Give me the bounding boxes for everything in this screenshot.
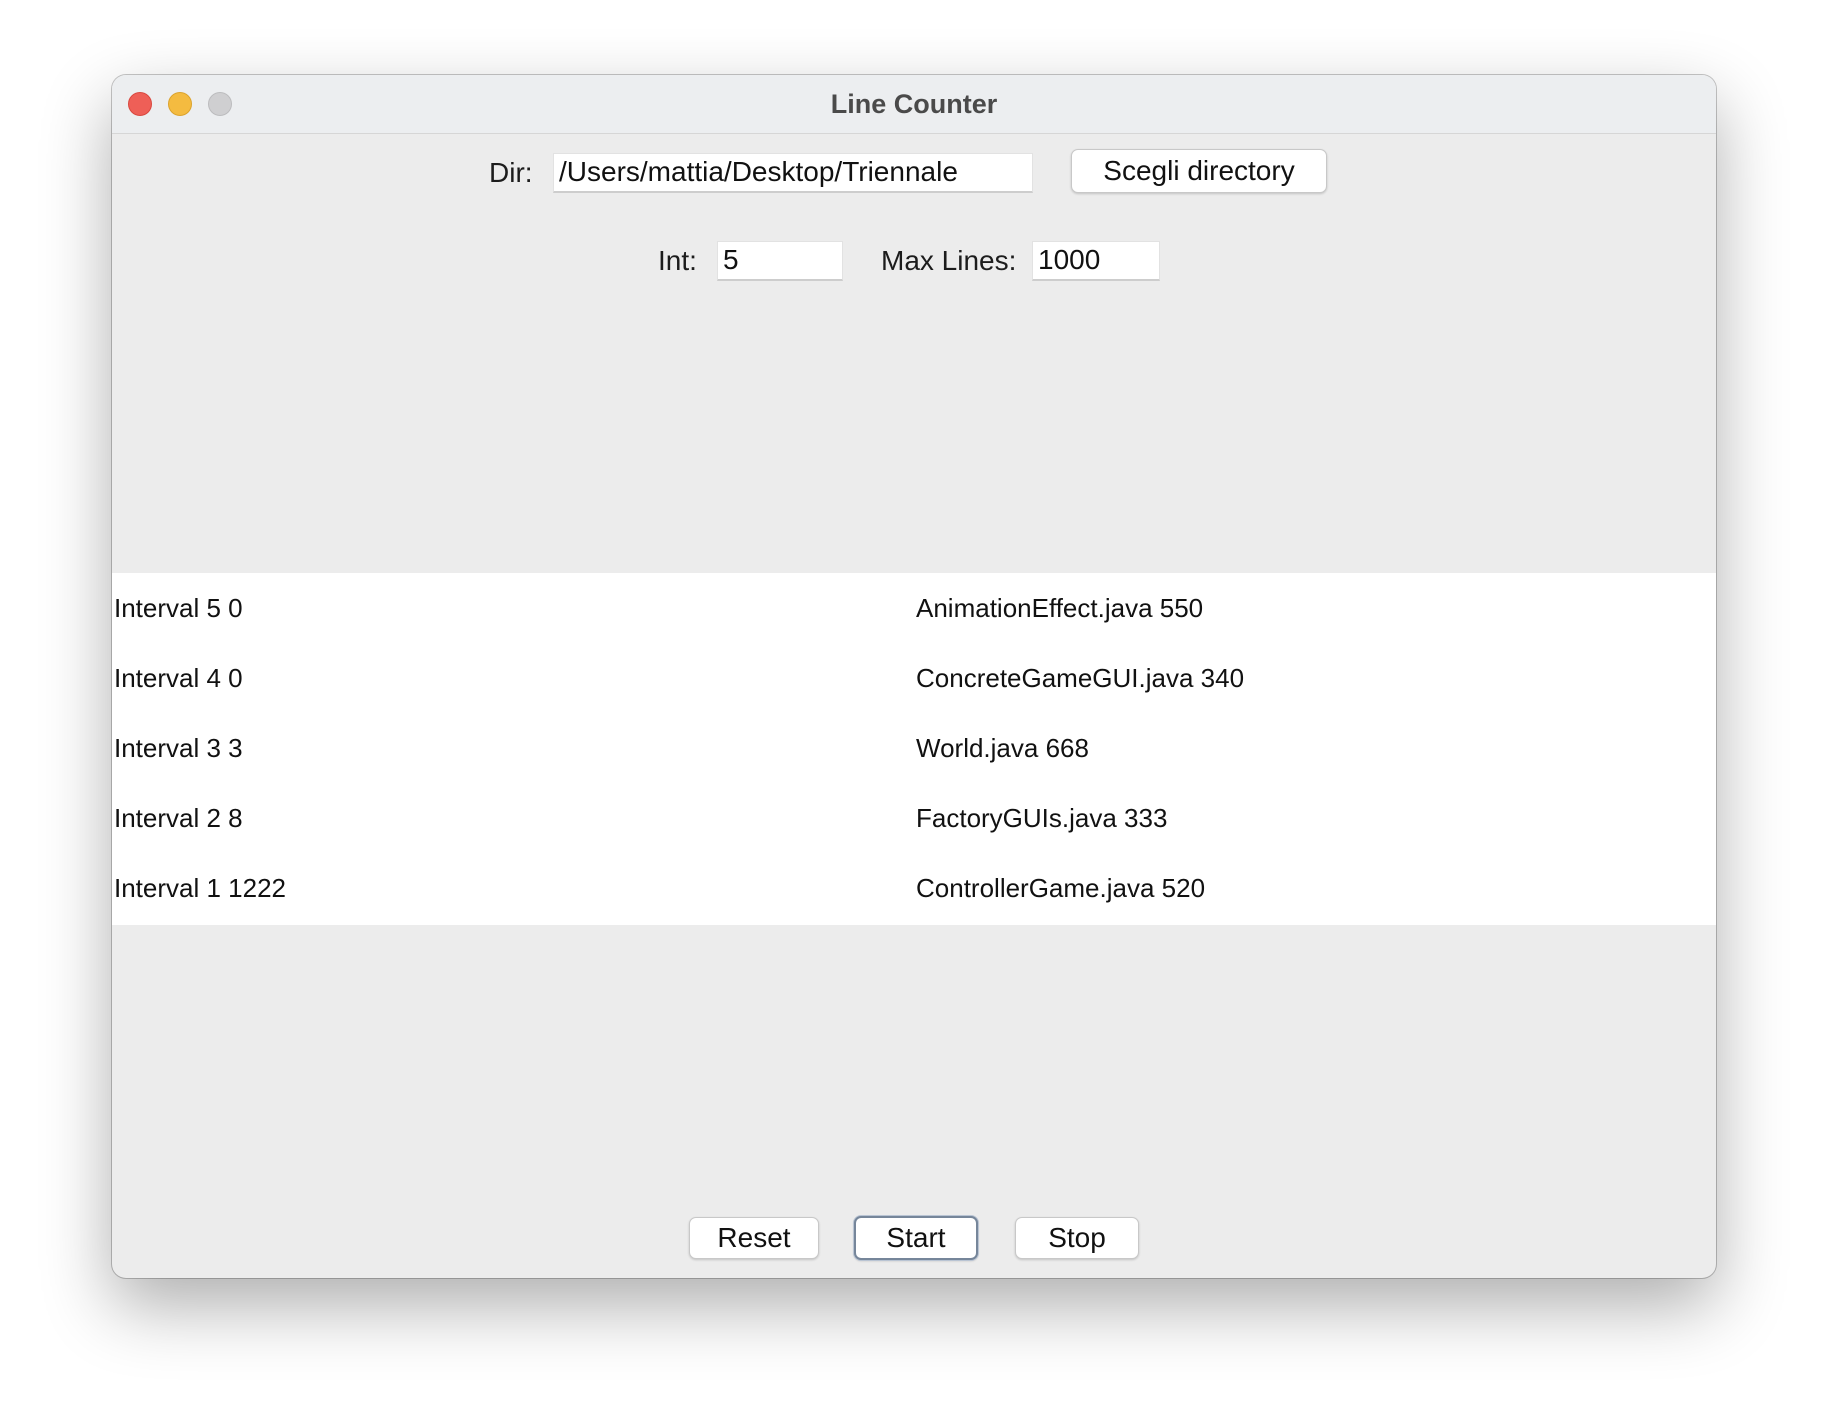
result-row: Interval 2 8 FactoryGUIs.java 333	[112, 783, 1716, 853]
file-line-count: ControllerGame.java 520	[916, 873, 1206, 903]
line-counter-window: Line Counter Dir: /Users/mattia/Desktop/…	[112, 75, 1716, 1278]
result-row: Interval 3 3 World.java 668	[112, 713, 1716, 783]
results-panel: Interval 5 0 AnimationEffect.java 550 In…	[112, 573, 1716, 925]
file-line-count: World.java 668	[916, 733, 1089, 763]
file-line-count: FactoryGUIs.java 333	[916, 803, 1168, 833]
directory-path-field[interactable]: /Users/mattia/Desktop/Triennale	[553, 153, 1033, 193]
window-title: Line Counter	[830, 89, 998, 119]
max-lines-label: Max Lines:	[881, 245, 1017, 276]
interval-count: Interval 1 1222	[114, 873, 287, 903]
max-lines-field[interactable]: 1000	[1032, 241, 1160, 281]
result-row: Interval 1 1222 ControllerGame.java 520	[112, 853, 1716, 923]
result-row: Interval 4 0 ConcreteGameGUI.java 340	[112, 643, 1716, 713]
start-button[interactable]: Start	[854, 1216, 978, 1260]
choose-directory-button[interactable]: Scegli directory	[1071, 149, 1327, 193]
interval-count: Interval 4 0	[114, 663, 243, 693]
file-line-count: AnimationEffect.java 550	[916, 593, 1204, 623]
interval-count: Interval 3 3	[114, 733, 243, 763]
interval-field[interactable]: 5	[717, 241, 843, 281]
file-line-count: ConcreteGameGUI.java 340	[916, 663, 1245, 693]
title-bar: Line Counter	[112, 75, 1716, 134]
interval-count: Interval 5 0	[114, 593, 243, 623]
reset-button[interactable]: Reset	[689, 1217, 819, 1259]
stop-button[interactable]: Stop	[1015, 1217, 1139, 1259]
interval-label: Int:	[658, 245, 697, 276]
result-row: Interval 5 0 AnimationEffect.java 550	[112, 573, 1716, 643]
interval-count: Interval 2 8	[114, 803, 243, 833]
dir-label: Dir:	[489, 157, 533, 188]
